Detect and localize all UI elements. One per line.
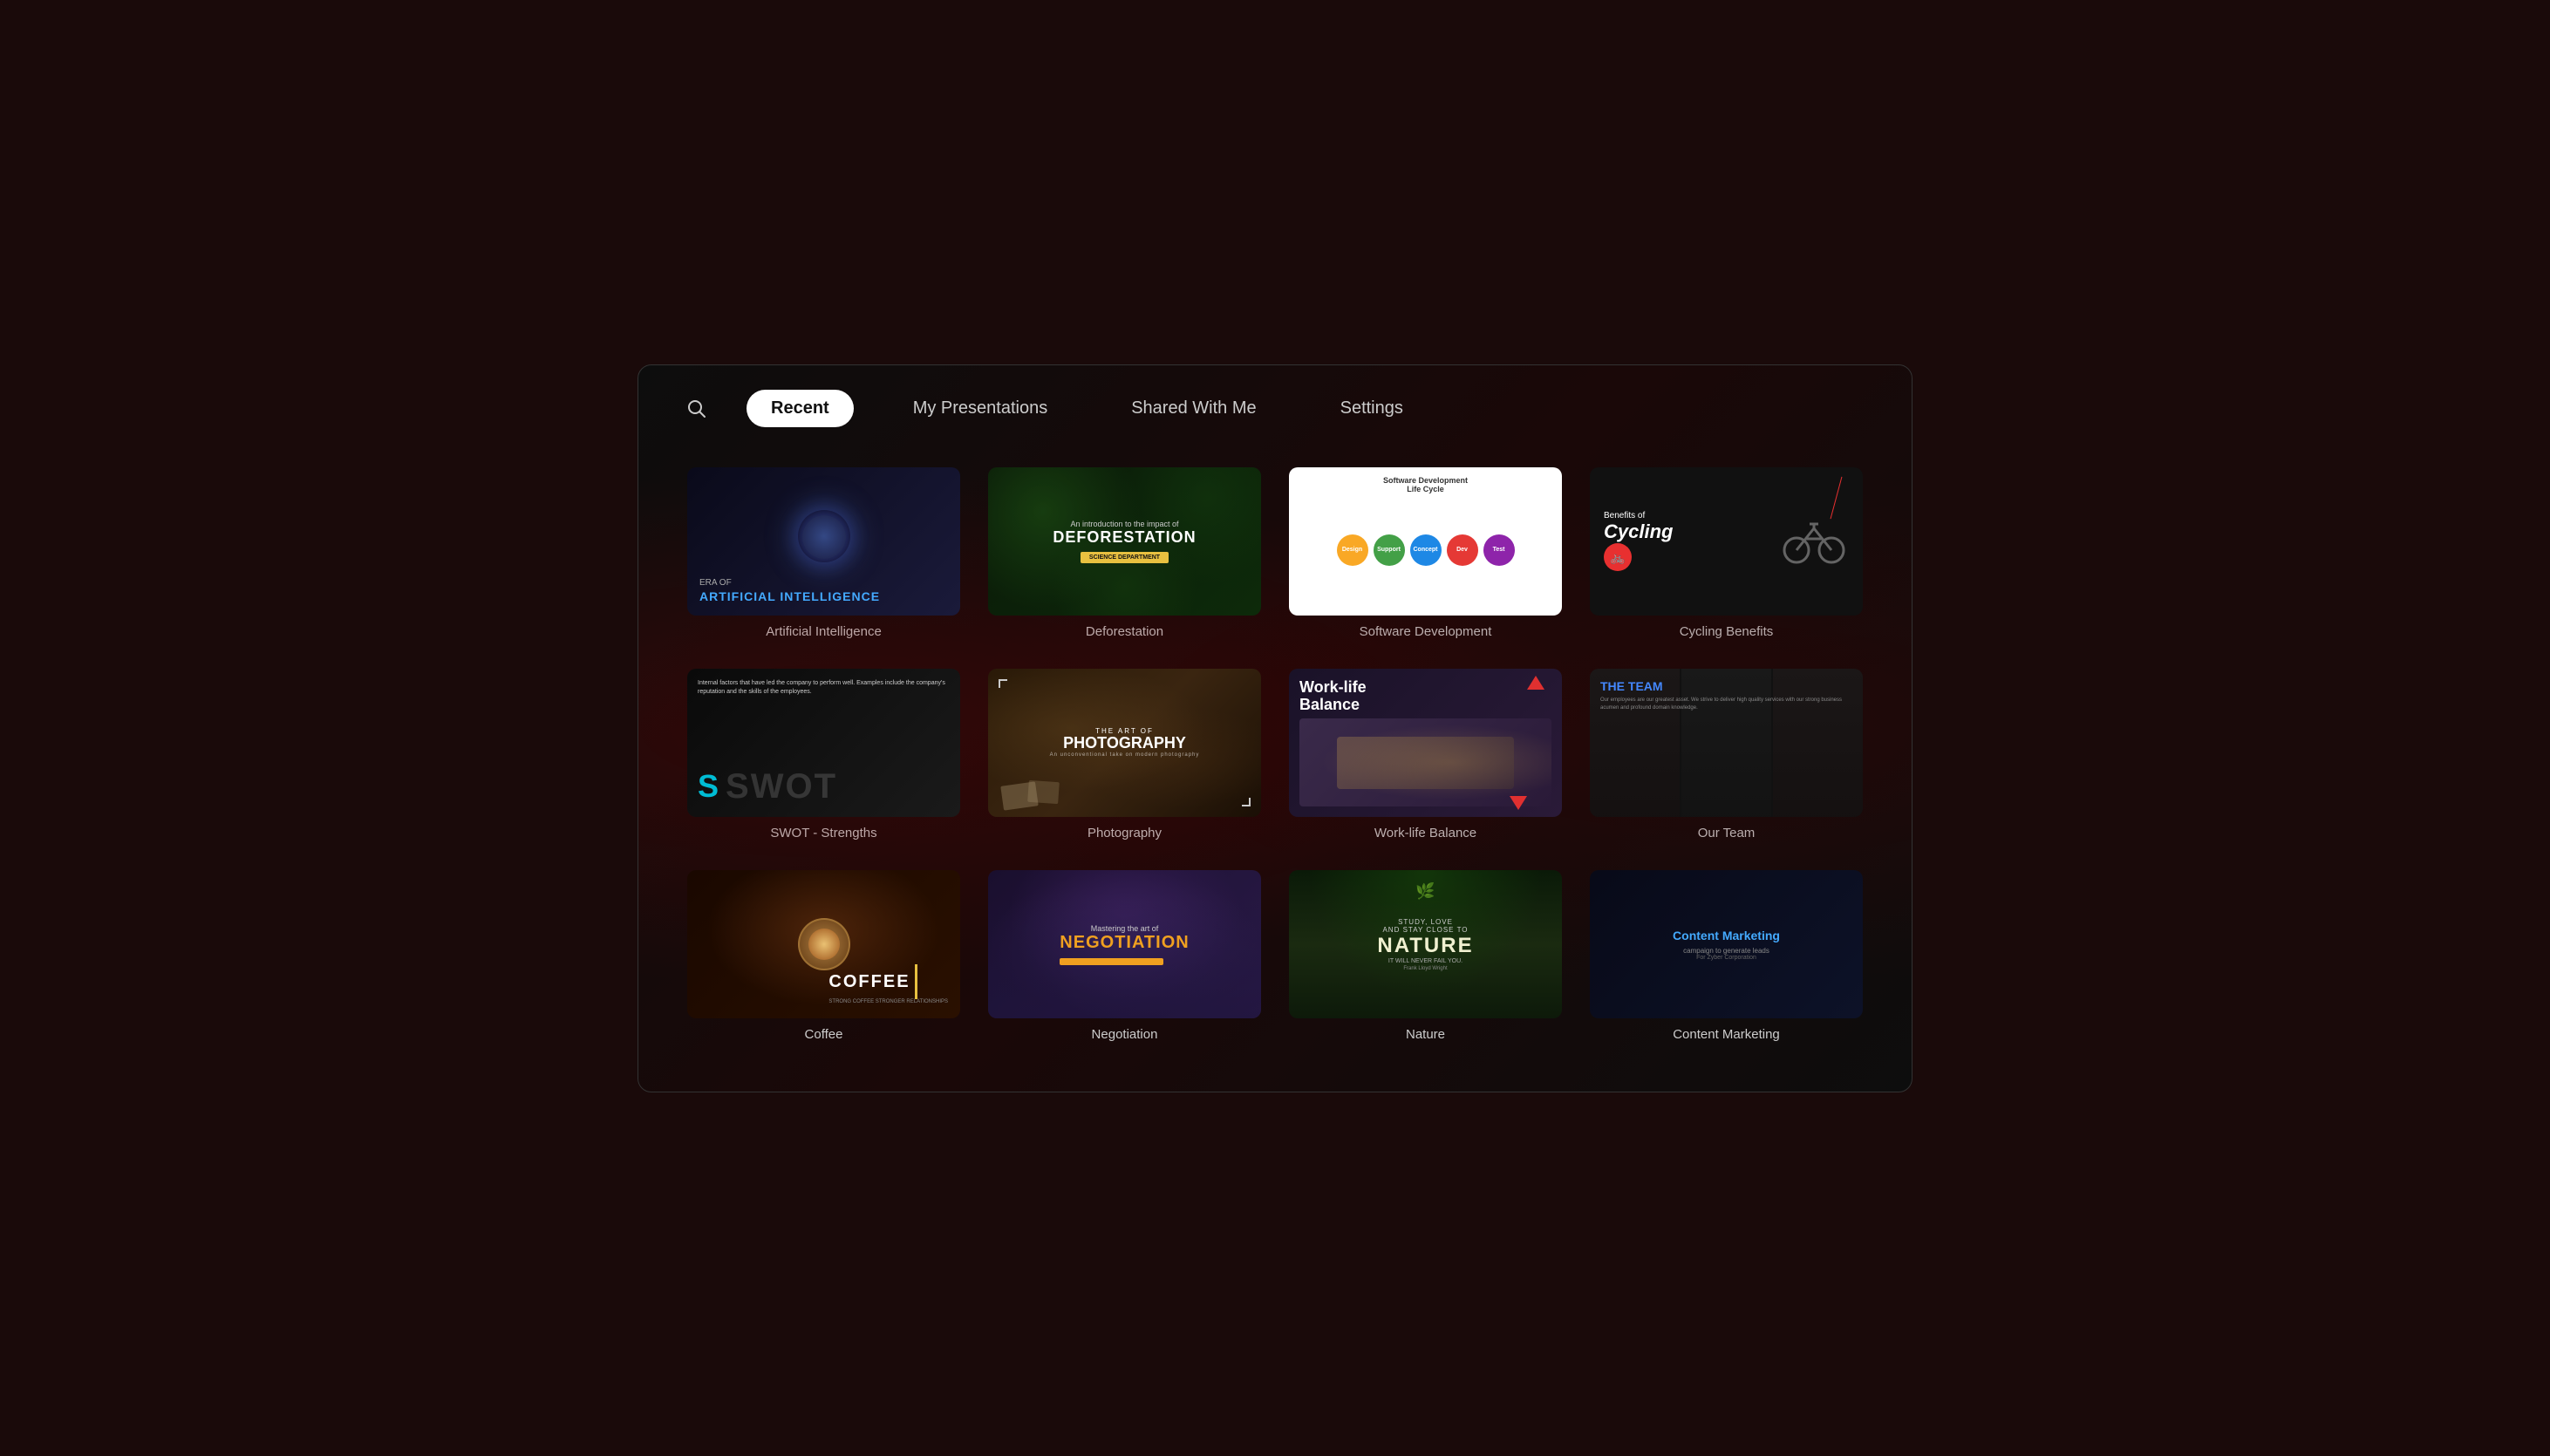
thumb-contentmkt: Content Marketing campaign to generate l… xyxy=(1590,870,1863,1018)
worklife-title-text: Work-lifeBalance xyxy=(1299,679,1551,714)
neg-main-text: NEGOTIATION xyxy=(1060,933,1189,953)
card-label-nature: Nature xyxy=(1406,1027,1445,1042)
circle-support: Support xyxy=(1374,534,1405,566)
circle-testing: Test xyxy=(1483,534,1515,566)
contentmkt-sub-text: campaign to generate leads xyxy=(1683,947,1769,955)
thumb-worklife: Work-lifeBalance xyxy=(1289,669,1562,817)
card-label-coffee: Coffee xyxy=(805,1027,843,1042)
card-coffee[interactable]: COFFEE STRONG COFFEE STRONGER RELATIONSH… xyxy=(673,861,974,1063)
swot-desc: Internal factors that have led the compa… xyxy=(698,679,950,697)
thumb-cycling: Benefits of Cycling 🚲 xyxy=(1590,467,1863,616)
thumb-swot: Internal factors that have led the compa… xyxy=(687,669,960,817)
card-cycling[interactable]: Benefits of Cycling 🚲 xyxy=(1576,459,1877,660)
circle-concept: Concept xyxy=(1410,534,1442,566)
app-container: Recent My Presentations Shared With Me S… xyxy=(638,364,1912,1092)
coffee-main-text: COFFEE xyxy=(828,972,910,992)
circle-design: Design xyxy=(1337,534,1368,566)
coffee-line-decoration xyxy=(915,964,917,999)
ai-title: ARTIFICIAL INTELLIGENCE xyxy=(699,589,948,603)
ai-subtitle: ERA OF xyxy=(699,578,948,588)
nature-author-text: Frank Lloyd Wright xyxy=(1377,966,1473,971)
worklife-triangle-bottom xyxy=(1510,796,1527,810)
ourteam-desc-text: Our employees are our greatest asset. We… xyxy=(1600,697,1852,712)
card-label-swot: SWOT - Strengths xyxy=(770,826,876,840)
card-label-photography: Photography xyxy=(1088,826,1162,840)
nature-small-text: STUDY, LOVEAND STAY CLOSE TO xyxy=(1377,918,1473,934)
thumb-coffee: COFFEE STRONG COFFEE STRONGER RELATIONSH… xyxy=(687,870,960,1018)
card-content-marketing[interactable]: Content Marketing campaign to generate l… xyxy=(1576,861,1877,1063)
cycling-main-text: Cycling xyxy=(1604,520,1673,543)
tab-my-presentations[interactable]: My Presentations xyxy=(889,390,1073,427)
card-label-worklife: Work-life Balance xyxy=(1374,826,1476,840)
card-label-negotiation: Negotiation xyxy=(1092,1027,1158,1042)
contentmkt-title-text: Content Marketing xyxy=(1673,929,1780,943)
thumb-negotiation: Mastering the art of NEGOTIATION xyxy=(988,870,1261,1018)
card-swot[interactable]: Internal factors that have led the compa… xyxy=(673,660,974,861)
neg-mastering-text: Mastering the art of xyxy=(1060,924,1189,933)
worklife-image xyxy=(1299,718,1551,806)
coffee-sub-text: STRONG COFFEE STRONGER RELATIONSHIPS xyxy=(828,999,948,1004)
card-nature[interactable]: STUDY, LOVEAND STAY CLOSE TO NATURE IT W… xyxy=(1275,861,1576,1063)
card-label-contentmkt: Content Marketing xyxy=(1673,1027,1780,1042)
card-deforestation[interactable]: An introduction to the impact of DEFORES… xyxy=(974,459,1275,660)
contentmkt-corp-text: For Zyber Corporation xyxy=(1696,955,1756,961)
ourteam-title-text: THE TEAM xyxy=(1600,679,1852,693)
photo-corner-br xyxy=(1242,798,1251,806)
thumb-ourteam: THE TEAM Our employees are our greatest … xyxy=(1590,669,1863,817)
worklife-triangle-top xyxy=(1527,676,1544,690)
card-ai[interactable]: ERA OF ARTIFICIAL INTELLIGENCE Artificia… xyxy=(673,459,974,660)
deforestation-intro: An introduction to the impact of xyxy=(1053,520,1196,528)
swot-word: SWOT xyxy=(726,767,837,806)
card-label-cycling: Cycling Benefits xyxy=(1680,624,1774,639)
photo-sub-text: An unconventional take on modern photogr… xyxy=(1050,752,1200,758)
cycling-badge: 🚲 xyxy=(1604,543,1632,571)
card-software-dev[interactable]: Software DevelopmentLife Cycle Design Su… xyxy=(1275,459,1576,660)
tab-recent[interactable]: Recent xyxy=(747,390,854,427)
thumb-swdev: Software DevelopmentLife Cycle Design Su… xyxy=(1289,467,1562,616)
swot-logo: S xyxy=(698,768,719,805)
neg-bar-decoration xyxy=(1060,958,1163,965)
cycling-benefits-text: Benefits of xyxy=(1604,511,1673,520)
swdev-title: Software DevelopmentLife Cycle xyxy=(1383,476,1468,493)
photo-main-text: PHOTOGRAPHY xyxy=(1050,735,1200,752)
deforestation-badge: SCIENCE DEPARTMENT xyxy=(1081,552,1169,563)
presentations-grid: ERA OF ARTIFICIAL INTELLIGENCE Artificia… xyxy=(638,452,1912,1092)
card-worklife[interactable]: Work-lifeBalance Work-life Balance xyxy=(1275,660,1576,861)
nature-main-text: NATURE xyxy=(1377,934,1473,958)
tab-settings[interactable]: Settings xyxy=(1316,390,1428,427)
card-negotiation[interactable]: Mastering the art of NEGOTIATION Negotia… xyxy=(974,861,1275,1063)
card-ourteam[interactable]: THE TEAM Our employees are our greatest … xyxy=(1576,660,1877,861)
search-button[interactable] xyxy=(680,392,712,424)
thumb-nature: STUDY, LOVEAND STAY CLOSE TO NATURE IT W… xyxy=(1289,870,1562,1018)
thumb-ai: ERA OF ARTIFICIAL INTELLIGENCE xyxy=(687,467,960,616)
card-photography[interactable]: THE ART OF PHOTOGRAPHY An unconventional… xyxy=(974,660,1275,861)
card-label-ourteam: Our Team xyxy=(1698,826,1756,840)
circle-dev: Dev xyxy=(1447,534,1478,566)
nature-quote-text: IT WILL NEVER FAIL YOU. xyxy=(1377,958,1473,964)
thumb-deforestation: An introduction to the impact of DEFORES… xyxy=(988,467,1261,616)
thumb-photography: THE ART OF PHOTOGRAPHY An unconventional… xyxy=(988,669,1261,817)
card-label-ai: Artificial Intelligence xyxy=(766,624,882,639)
card-label-swdev: Software Development xyxy=(1360,624,1492,639)
card-label-deforestation: Deforestation xyxy=(1086,624,1163,639)
coffee-cup-icon xyxy=(798,918,850,970)
deforestation-title: DEFORESTATION xyxy=(1053,528,1196,547)
cycling-bike-icon xyxy=(1779,507,1849,576)
tab-shared-with-me[interactable]: Shared With Me xyxy=(1107,390,1280,427)
nav-bar: Recent My Presentations Shared With Me S… xyxy=(638,365,1912,452)
photo-corner-tl xyxy=(999,679,1007,688)
